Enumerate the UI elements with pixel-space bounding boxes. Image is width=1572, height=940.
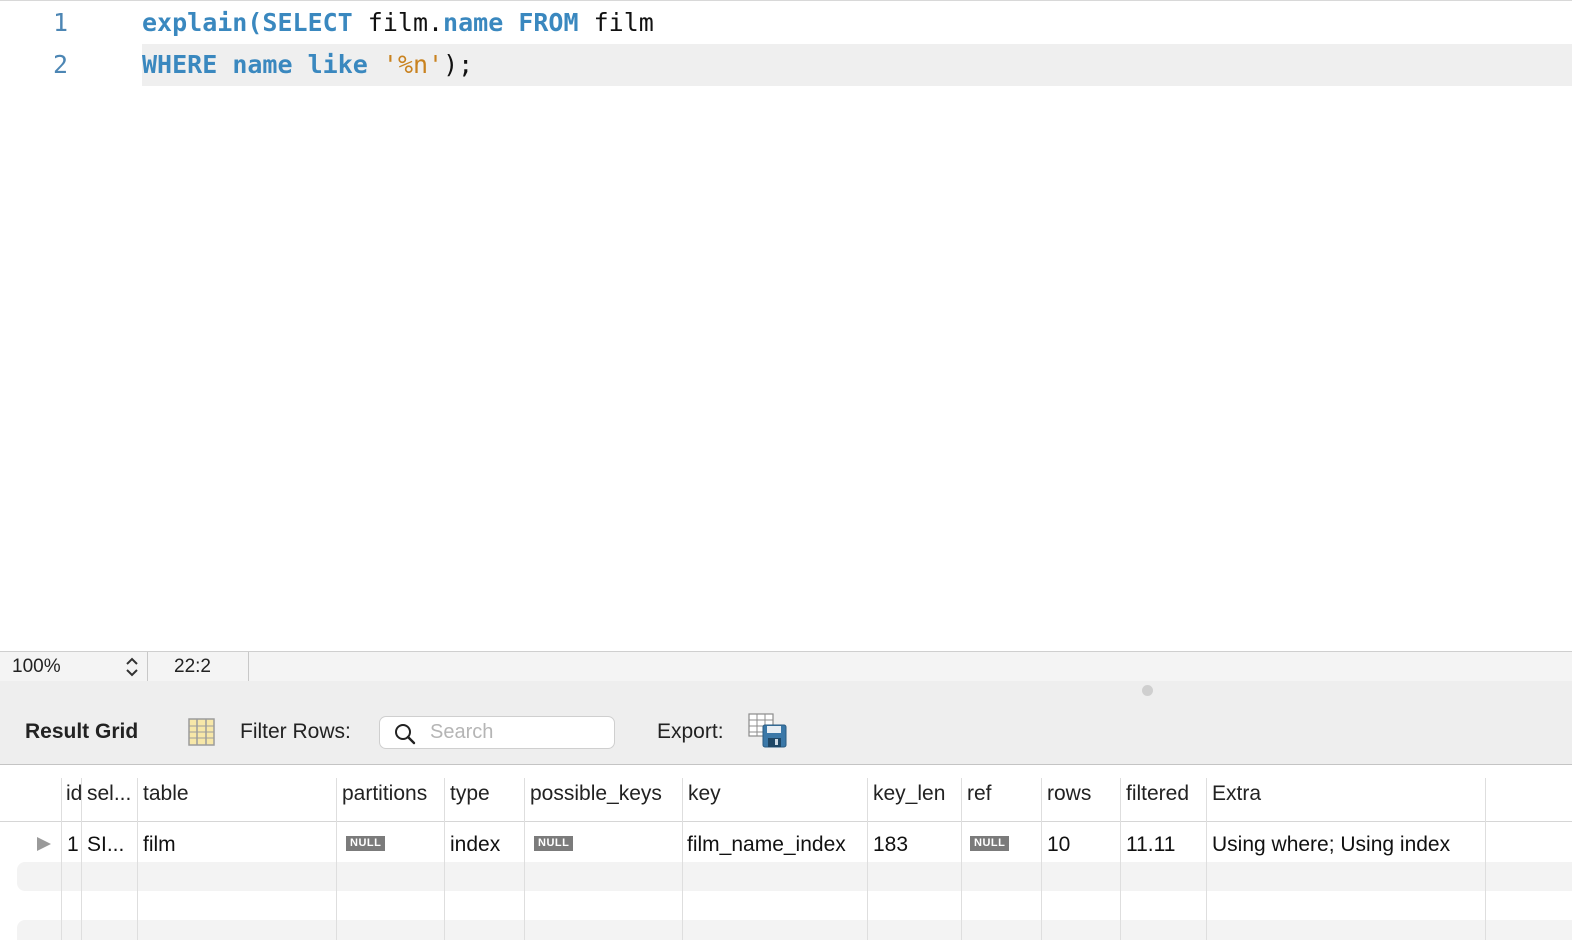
- row-stripe: [17, 862, 1572, 891]
- column-divider: [81, 778, 82, 940]
- cell-id[interactable]: 1: [67, 822, 81, 865]
- result-grid-title: Result Grid: [25, 720, 139, 743]
- code-line-2[interactable]: 2 WHERE name like '%n');: [0, 44, 1572, 86]
- null-badge: NULL: [346, 835, 386, 851]
- export-label: Export:: [657, 720, 724, 743]
- sql-string: '%n': [382, 50, 444, 79]
- column-divider: [682, 778, 683, 940]
- zoom-stepper-icon[interactable]: [124, 655, 140, 679]
- column-divider: [1041, 778, 1042, 940]
- cell-rows[interactable]: 10: [1047, 822, 1119, 865]
- sql-text: film.: [352, 8, 444, 37]
- column-header-rows[interactable]: rows: [1047, 765, 1119, 822]
- sql-keyword: SELECT: [262, 8, 353, 37]
- zoom-level[interactable]: 100%: [12, 652, 61, 681]
- splitter-handle[interactable]: [1142, 685, 1153, 696]
- cell-table[interactable]: film: [143, 822, 333, 865]
- null-badge: NULL: [970, 835, 1010, 851]
- sql-editor[interactable]: 1 explain(SELECT film.name FROM film 2 W…: [0, 0, 1572, 651]
- panel-splitter[interactable]: [0, 681, 1572, 699]
- grid-columns-icon[interactable]: [188, 718, 215, 751]
- column-header-key-len[interactable]: key_len: [873, 765, 959, 822]
- sql-keyword: explain: [142, 8, 248, 37]
- column-header-possible-keys[interactable]: possible_keys: [530, 765, 680, 822]
- sql-keyword: like: [307, 50, 368, 79]
- search-icon: [394, 723, 416, 750]
- export-save-icon[interactable]: [748, 713, 788, 754]
- filter-rows-label: Filter Rows:: [240, 720, 351, 743]
- result-grid: id sel... table partitions type possible…: [0, 765, 1572, 940]
- null-badge: NULL: [534, 835, 574, 851]
- column-header-table[interactable]: table: [143, 765, 333, 822]
- cell-select-type[interactable]: SI...: [87, 822, 137, 865]
- code-text[interactable]: explain(SELECT film.name FROM film: [142, 2, 654, 44]
- sql-keyword: name: [232, 50, 293, 79]
- column-divider: [524, 778, 525, 940]
- column-divider: [61, 778, 62, 940]
- line-number: 2: [52, 50, 68, 79]
- column-header-filtered[interactable]: filtered: [1126, 765, 1206, 822]
- column-divider: [444, 778, 445, 940]
- cell-key[interactable]: film_name_index: [687, 822, 865, 865]
- column-divider: [867, 778, 868, 940]
- current-row-arrow-icon: [37, 837, 51, 851]
- sql-keyword: name: [443, 8, 504, 37]
- column-divider: [961, 778, 962, 940]
- cell-type[interactable]: index: [450, 822, 522, 865]
- filter-search-box[interactable]: [379, 716, 615, 749]
- cell-key-len[interactable]: 183: [873, 822, 959, 865]
- cell-partitions[interactable]: NULL: [346, 822, 440, 865]
- column-divider: [1120, 778, 1121, 940]
- search-input[interactable]: [430, 720, 605, 745]
- sql-text: film: [578, 8, 654, 37]
- column-header-key[interactable]: key: [688, 765, 864, 822]
- sql-keyword: FROM: [518, 8, 579, 37]
- column-header-type[interactable]: type: [450, 765, 522, 822]
- cell-extra[interactable]: Using where; Using index: [1212, 822, 1484, 865]
- editor-status-bar: 100% 22:2: [0, 651, 1572, 681]
- column-header-select-type[interactable]: sel...: [87, 765, 137, 822]
- cursor-position: 22:2: [174, 656, 211, 677]
- cell-ref[interactable]: NULL: [970, 822, 1038, 865]
- line-number: 1: [52, 8, 68, 37]
- result-toolbar: Result Grid Filter Rows: Export:: [0, 699, 1572, 765]
- column-divider: [336, 778, 337, 940]
- status-divider: [147, 652, 148, 681]
- column-header-extra[interactable]: Extra: [1212, 765, 1482, 822]
- row-stripe: [17, 920, 1572, 940]
- sql-text: );: [443, 50, 474, 79]
- cell-filtered[interactable]: 11.11: [1126, 822, 1206, 865]
- column-header-ref[interactable]: ref: [967, 765, 1039, 822]
- sql-keyword: (: [247, 8, 263, 37]
- column-divider: [1206, 778, 1207, 940]
- code-text[interactable]: WHERE name like '%n');: [142, 44, 473, 86]
- code-line-1[interactable]: 1 explain(SELECT film.name FROM film: [0, 2, 1572, 44]
- column-divider: [137, 778, 138, 940]
- sql-keyword: WHERE: [142, 50, 218, 79]
- column-divider: [1485, 778, 1486, 940]
- column-header-partitions[interactable]: partitions: [342, 765, 444, 822]
- status-divider: [248, 652, 249, 681]
- cell-possible-keys[interactable]: NULL: [534, 822, 678, 865]
